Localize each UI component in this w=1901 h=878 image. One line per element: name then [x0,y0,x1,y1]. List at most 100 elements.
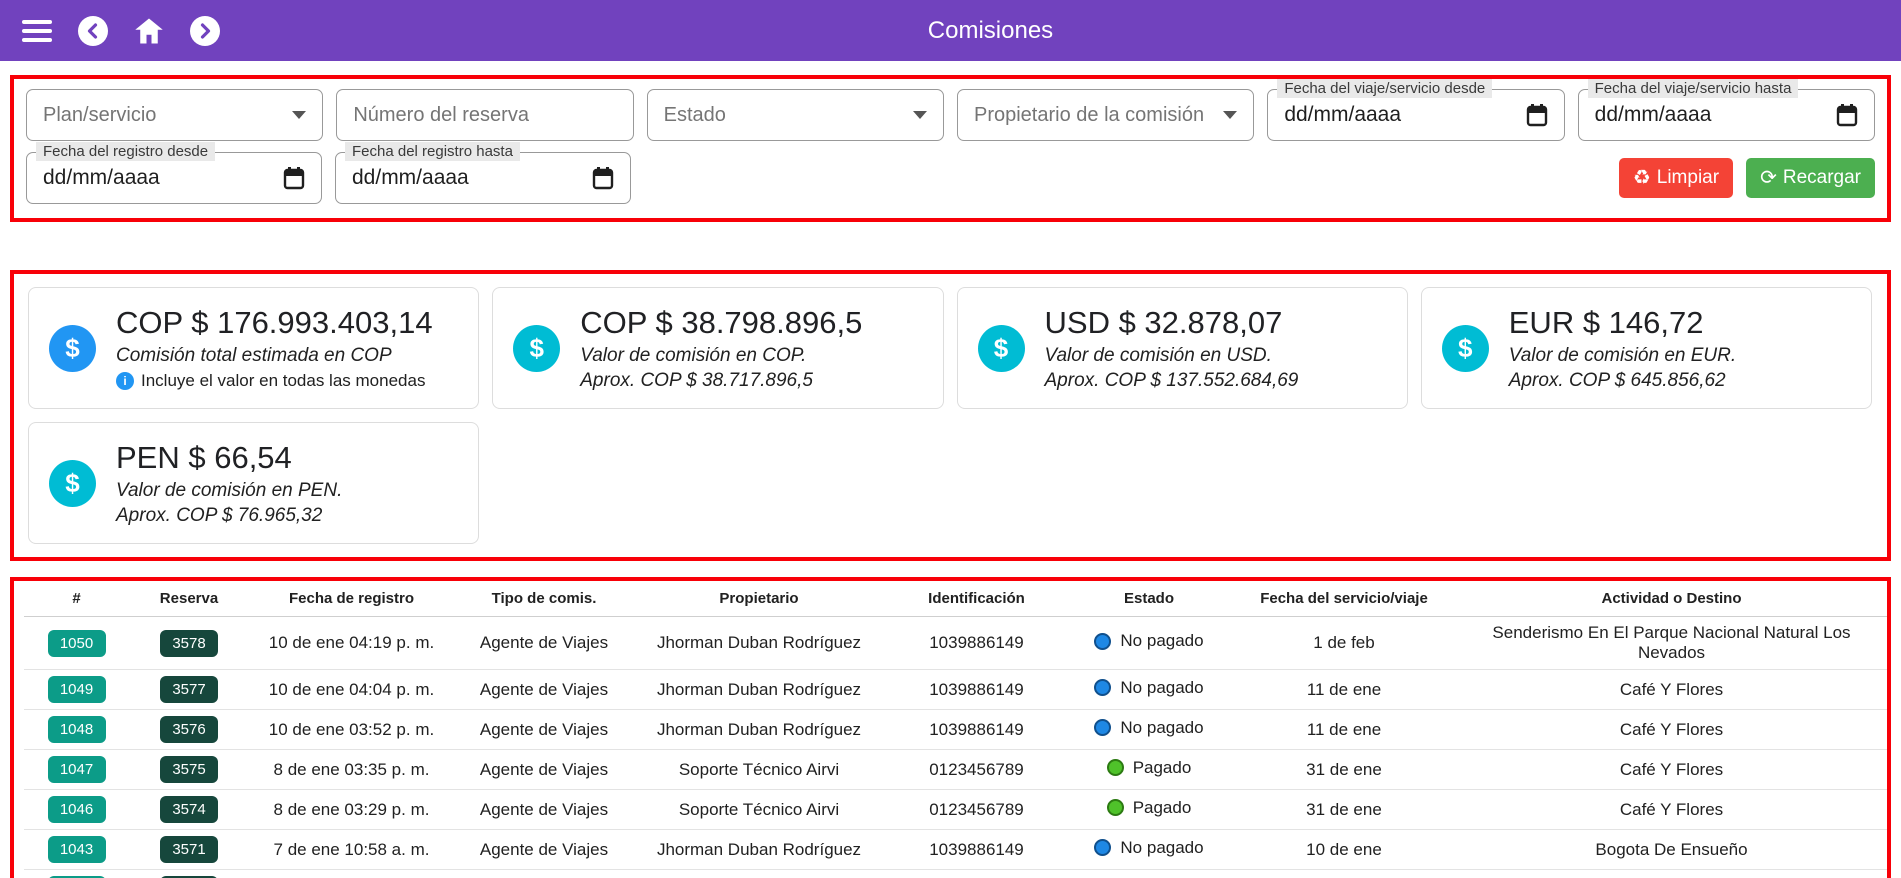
card-body: COP $ 176.993.403,14 Comisión total esti… [116,305,433,391]
cell-propietario: Jhorman Duban Rodríguez [634,617,884,670]
home-button[interactable] [134,17,164,45]
estado-dot-icon [1107,759,1124,776]
summary-card: $ USD $ 32.878,07 Valor de comisión en U… [957,287,1408,409]
calendar-icon[interactable] [1836,103,1858,127]
summary-card: $ PEN $ 66,54 Valor de comisión en PEN. … [28,422,479,544]
card-amount: EUR $ 146,72 [1509,305,1736,341]
cell-id: 1050 [24,617,129,670]
table-row: 104335717 de ene 10:58 a. m.Agente de Vi… [24,830,1891,870]
recycle-icon: ♻ [1633,168,1651,188]
estado-label: No pagado [1120,678,1203,698]
reserva-badge[interactable]: 3576 [160,716,218,743]
calendar-icon[interactable] [1526,103,1548,127]
page-title: Comisiones [242,17,1739,45]
estado-label: Pagado [1133,758,1192,778]
calendar-icon[interactable] [283,166,305,190]
cell-fecha-servicio: 10 de ene [1229,870,1459,878]
estado-indicator: Pagado [1107,798,1192,818]
id-badge[interactable]: 1048 [48,716,106,743]
back-button[interactable] [78,16,108,46]
card-amount: COP $ 38.798.896,5 [580,305,862,341]
id-badge[interactable]: 1043 [48,836,106,863]
commissions-table: #ReservaFecha de registroTipo de comis.P… [24,581,1891,878]
cell-estado: Pagado [1069,750,1229,790]
cell-estado: Pagado [1069,790,1229,830]
propietario-select[interactable]: Propietario de la comisión [957,89,1254,141]
reserva-badge[interactable]: 3571 [160,836,218,863]
card-info-row: i Incluye el valor en todas las monedas [116,371,433,391]
forward-button[interactable] [190,16,220,46]
card-aprox: Aprox. COP $ 645.856,62 [1509,370,1736,392]
clear-button-label: Limpiar [1657,167,1719,189]
cell-valor: CO [1884,790,1891,830]
calendar-icon[interactable] [592,166,614,190]
cell-propietario: Soporte Técnico Airvi [634,750,884,790]
fecha-registro-desde-input[interactable]: Fecha del registro desde dd/mm/aaaa [26,152,322,204]
cell-fecha-servicio: 10 de ene [1229,830,1459,870]
dollar-icon: $ [49,325,96,372]
cell-id: 1049 [24,670,129,710]
date-value: dd/mm/aaaa [1284,103,1401,127]
estado-dot-icon [1107,799,1124,816]
cell-estado: No pagado [1069,710,1229,750]
estado-label: No pagado [1120,718,1203,738]
id-badge[interactable]: 1050 [48,630,106,657]
cell-actividad: Bogota De Ensueño [1459,870,1884,878]
reserva-badge[interactable]: 3575 [160,756,218,783]
table-row: 104635748 de ene 03:29 p. m.Agente de Vi… [24,790,1891,830]
table-row: 104735758 de ene 03:35 p. m.Agente de Vi… [24,750,1891,790]
id-badge[interactable]: 1046 [48,796,106,823]
plan-servicio-select[interactable]: Plan/servicio [26,89,323,141]
fecha-registro-hasta-label: Fecha del registro hasta [345,142,520,161]
chevron-down-icon [913,111,927,119]
column-header: Fecha del servicio/viaje [1229,581,1459,617]
date-value: dd/mm/aaaa [352,166,469,190]
table-row: 104235707 de ene 10:54 a. m.Agente de Vi… [24,870,1891,878]
card-subtitle: Valor de comisión en USD. [1045,345,1299,367]
cell-estado: No pagado [1069,670,1229,710]
cell-tipo-comision: Agente de Viajes [454,870,634,878]
propietario-label: Propietario de la comisión [974,104,1204,127]
card-body: COP $ 38.798.896,5 Valor de comisión en … [580,305,862,392]
reserva-badge[interactable]: 3577 [160,676,218,703]
card-subtitle: Comisión total estimada en COP [116,345,433,367]
cell-identificacion: 0123456789 [884,790,1069,830]
cell-tipo-comision: Agente de Viajes [454,750,634,790]
column-header: Identificación [884,581,1069,617]
commissions-table-section: #ReservaFecha de registroTipo de comis.P… [10,577,1891,878]
dollar-icon: $ [1442,325,1489,372]
table-row: 1048357610 de ene 03:52 p. m.Agente de V… [24,710,1891,750]
fecha-viaje-desde-input[interactable]: Fecha del viaje/servicio desde dd/mm/aaa… [1267,89,1564,141]
info-icon: i [116,372,134,390]
cell-fecha-servicio: 31 de ene [1229,750,1459,790]
estado-select[interactable]: Estado [647,89,944,141]
fecha-viaje-hasta-input[interactable]: Fecha del viaje/servicio hasta dd/mm/aaa… [1578,89,1875,141]
cell-actividad: Café Y Flores [1459,670,1884,710]
clear-button[interactable]: ♻ Limpiar [1619,158,1733,198]
menu-icon[interactable] [22,20,52,42]
filter-section: Plan/servicio Número del reserva Estado … [10,75,1891,222]
estado-dot-icon [1094,679,1111,696]
cell-tipo-comision: Agente de Viajes [454,830,634,870]
fecha-viaje-hasta-label: Fecha del viaje/servicio hasta [1588,79,1799,98]
cell-identificacion: 1039886149 [884,617,1069,670]
fecha-viaje-desde-label: Fecha del viaje/servicio desde [1277,79,1492,98]
cell-fecha-servicio: 11 de ene [1229,710,1459,750]
cell-fecha-servicio: 11 de ene [1229,670,1459,710]
fecha-registro-hasta-input[interactable]: Fecha del registro hasta dd/mm/aaaa [335,152,631,204]
reload-button[interactable]: ⟳ Recargar [1746,158,1875,198]
reserva-badge[interactable]: 3574 [160,796,218,823]
cell-fecha-registro: 7 de ene 10:54 a. m. [249,870,454,878]
dollar-icon: $ [978,325,1025,372]
id-badge[interactable]: 1047 [48,756,106,783]
estado-indicator: No pagado [1094,631,1203,651]
date-value: dd/mm/aaaa [43,166,160,190]
id-badge[interactable]: 1049 [48,676,106,703]
reserva-badge[interactable]: 3578 [160,630,218,657]
top-bar: Comisiones [0,0,1901,61]
estado-label: No pagado [1120,838,1203,858]
numero-reserva-input[interactable]: Número del reserva [336,89,633,141]
nav-buttons [22,16,242,46]
estado-indicator: No pagado [1094,718,1203,738]
estado-indicator: No pagado [1094,838,1203,858]
